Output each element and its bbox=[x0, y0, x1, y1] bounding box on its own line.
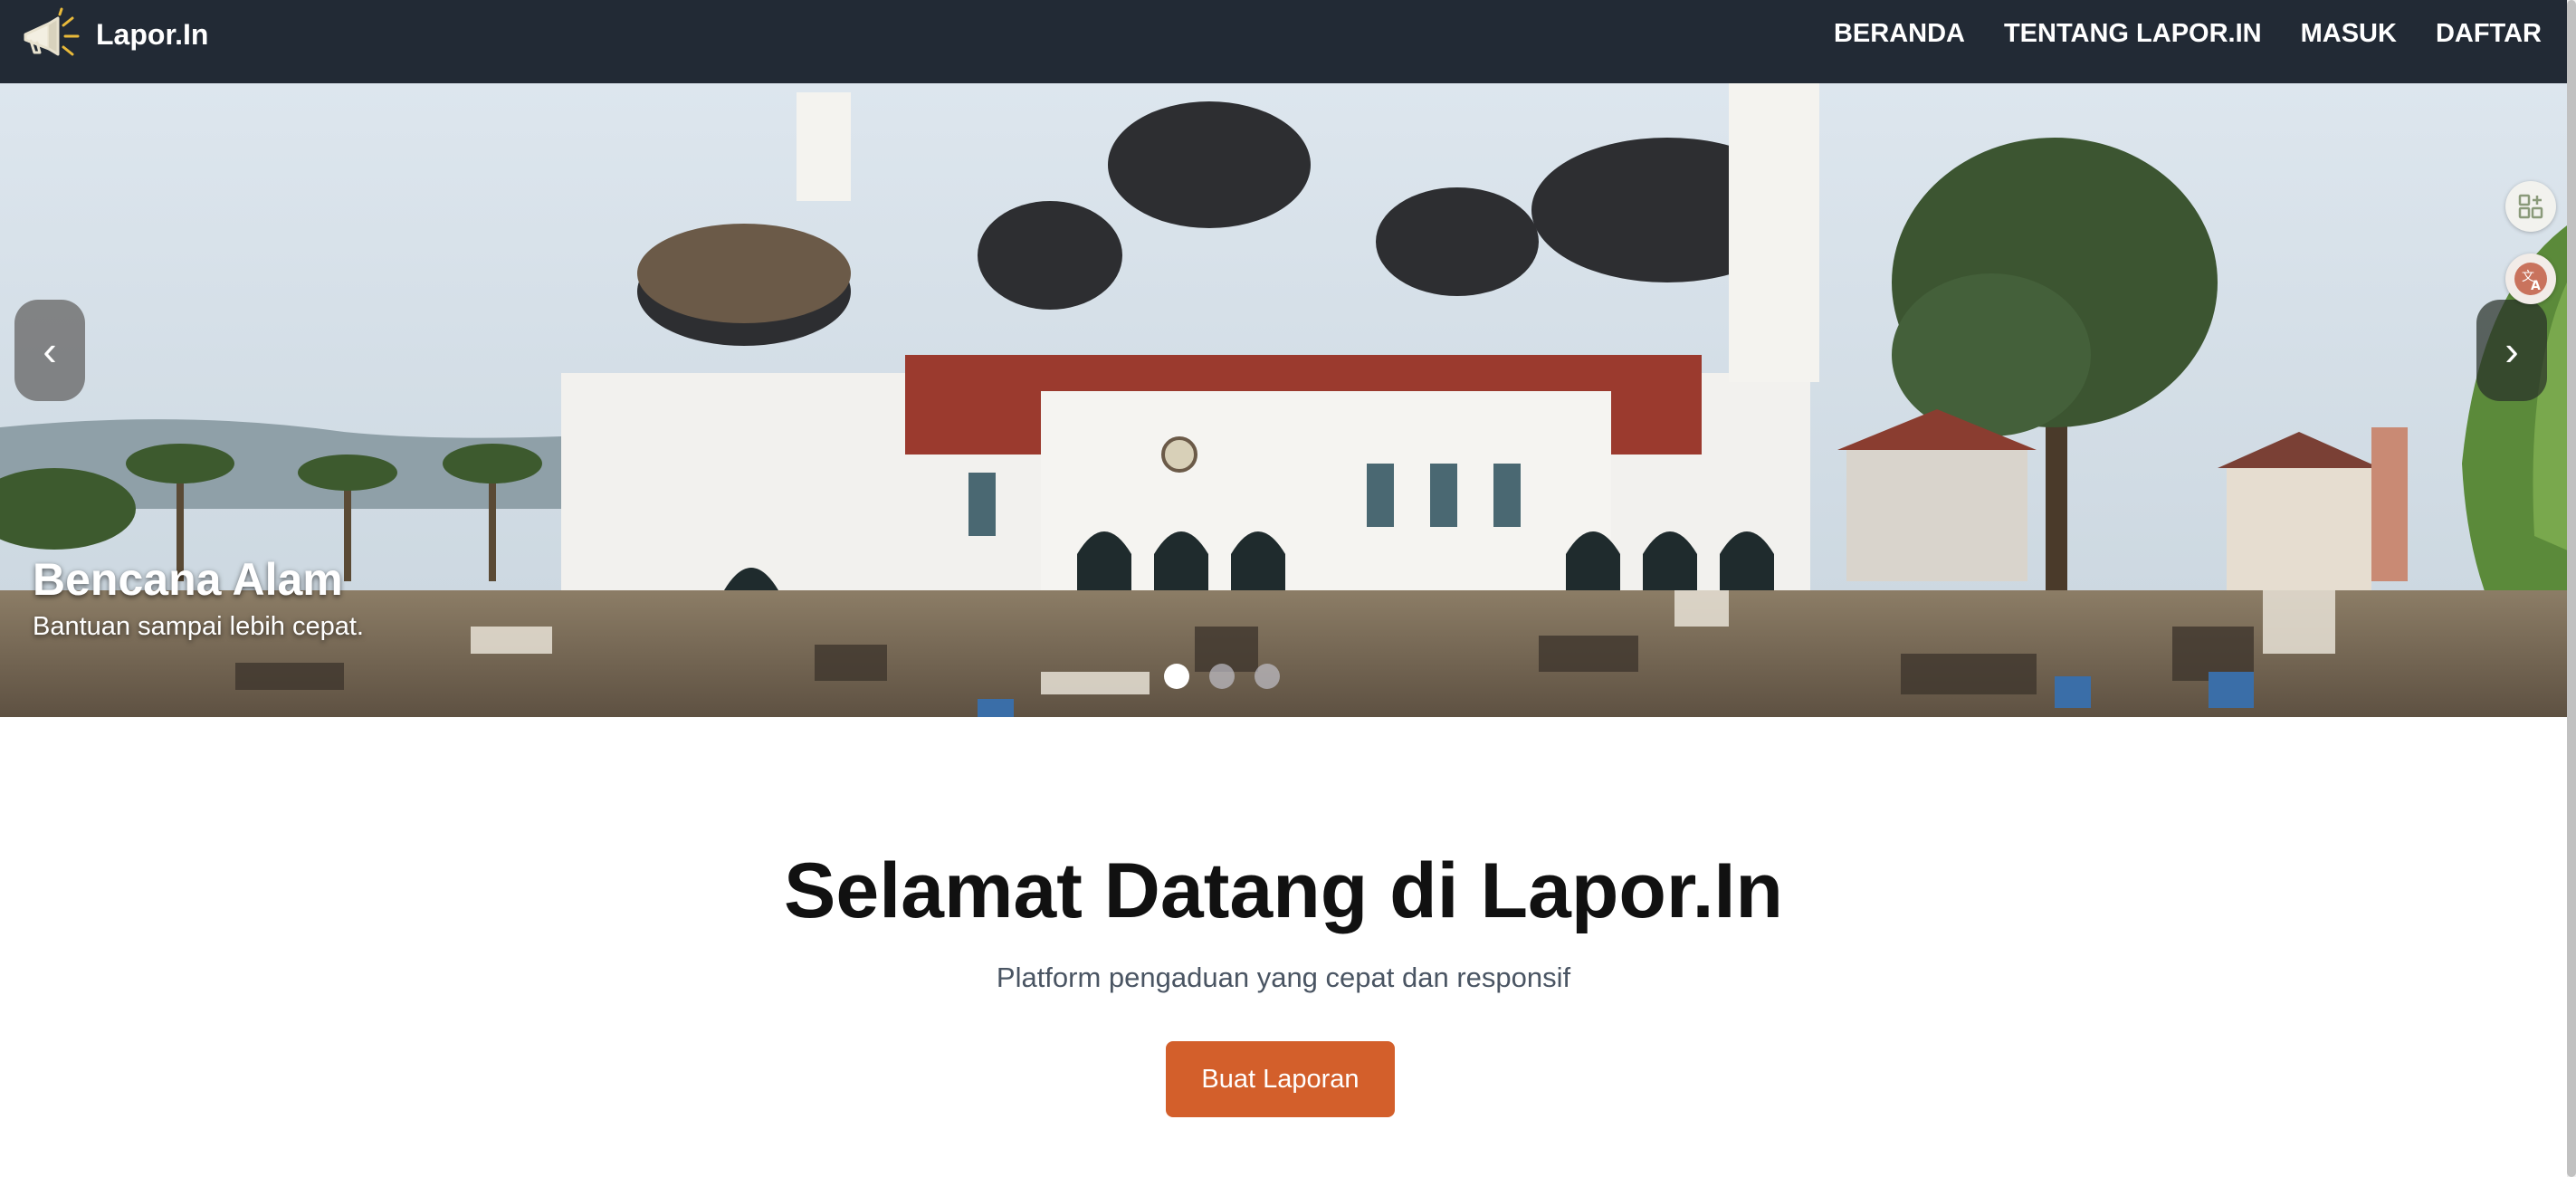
carousel-caption: Bencana Alam Bantuan sampai lebih cepat. bbox=[33, 552, 364, 643]
navbar: Lapor.In BERANDA TENTANG LAPOR.IN MASUK … bbox=[0, 0, 2576, 83]
carousel-indicator-1[interactable] bbox=[1164, 664, 1189, 689]
megaphone-icon bbox=[24, 7, 80, 56]
brand-name: Lapor.In bbox=[96, 17, 209, 51]
nav-links: BERANDA TENTANG LAPOR.IN MASUK DAFTAR bbox=[1795, 0, 2542, 67]
nav-daftar[interactable]: DAFTAR bbox=[2436, 19, 2542, 49]
nav-beranda[interactable]: BERANDA bbox=[1834, 19, 1965, 49]
carousel-indicators bbox=[1164, 664, 1300, 689]
translate-icon: 文 A bbox=[2514, 263, 2547, 295]
carousel-indicator-3[interactable] bbox=[1255, 664, 1280, 689]
nav-tentang[interactable]: TENTANG LAPOR.IN bbox=[2004, 19, 2262, 49]
page: Lapor.In BERANDA TENTANG LAPOR.IN MASUK … bbox=[0, 0, 2576, 1177]
svg-text:A: A bbox=[2531, 279, 2541, 293]
caption-title: Bencana Alam bbox=[33, 554, 343, 605]
carousel-prev-button[interactable]: ‹ bbox=[14, 300, 85, 401]
translate-button[interactable]: 文 A bbox=[2505, 254, 2556, 304]
welcome-subtitle: Platform pengaduan yang cepat dan respon… bbox=[996, 962, 1571, 993]
scrollbar-thumb[interactable] bbox=[2567, 0, 2576, 1177]
chevron-left-icon: ‹ bbox=[43, 327, 57, 374]
welcome-section: Selamat Datang di Lapor.In Platform peng… bbox=[0, 717, 2567, 1177]
create-report-button[interactable]: Buat Laporan bbox=[1166, 1041, 1395, 1117]
caption-subtitle: Bantuan sampai lebih cepat. bbox=[33, 612, 364, 641]
apps-add-button[interactable] bbox=[2505, 181, 2556, 232]
carousel-next-button[interactable]: › bbox=[2476, 300, 2547, 401]
nav-masuk[interactable]: MASUK bbox=[2301, 19, 2397, 49]
brand[interactable]: Lapor.In bbox=[18, 7, 208, 62]
welcome-title: Selamat Datang di Lapor.In bbox=[784, 847, 1783, 934]
carousel-indicator-2[interactable] bbox=[1209, 664, 1235, 689]
hero-carousel: ‹ › Bencana Alam Bantuan sampai lebih ce… bbox=[0, 83, 2576, 717]
hero-image bbox=[0, 83, 2576, 717]
chevron-right-icon: › bbox=[2504, 327, 2519, 374]
apps-add-icon bbox=[2518, 194, 2543, 219]
